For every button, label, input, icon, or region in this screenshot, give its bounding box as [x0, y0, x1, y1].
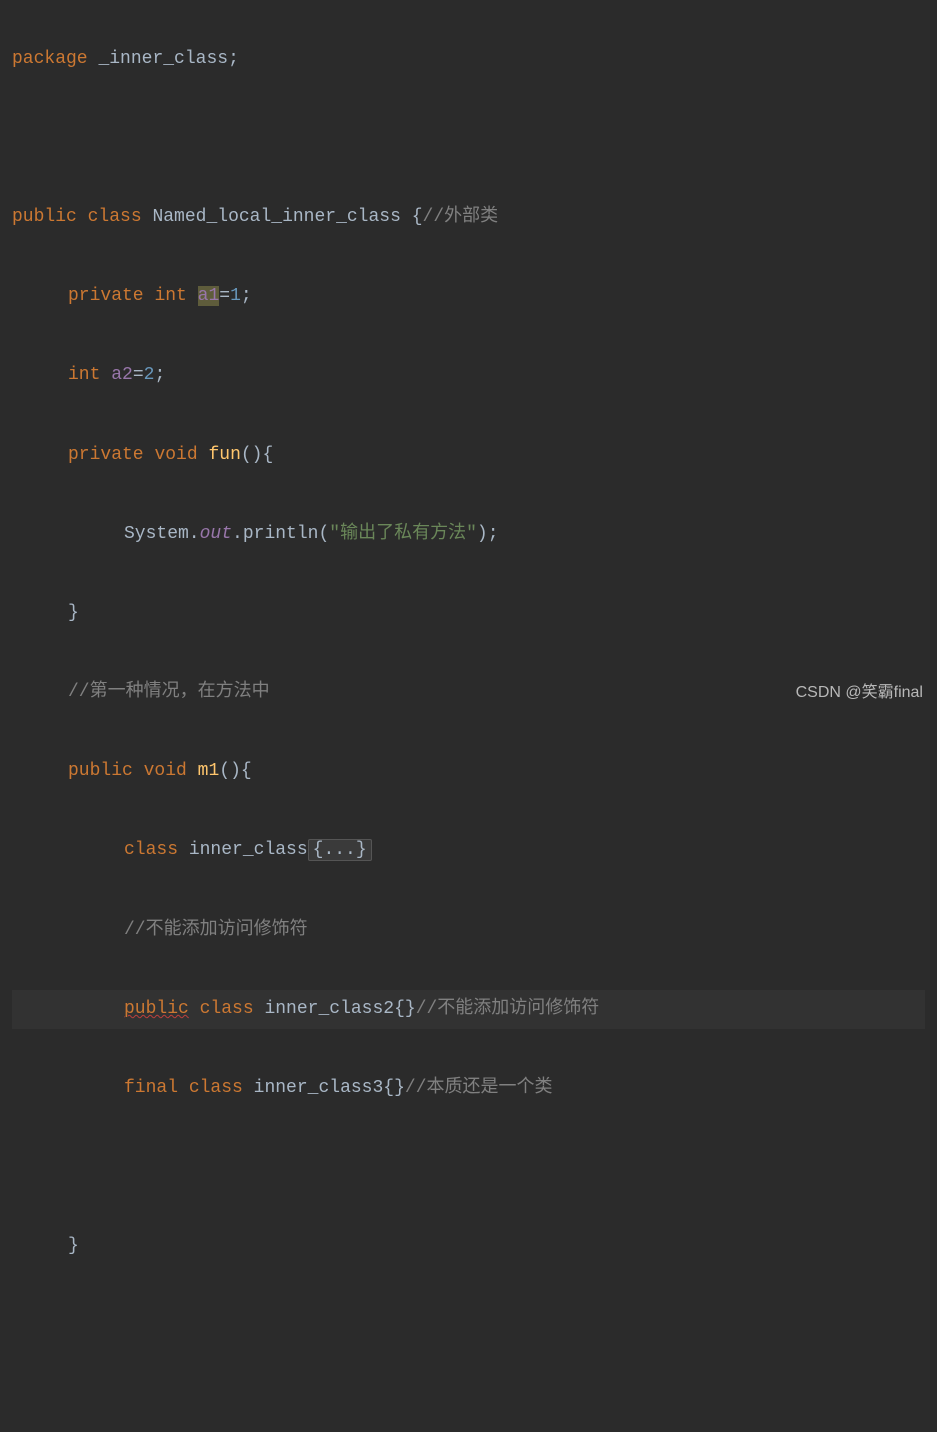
code-line-1: package _inner_class; — [12, 40, 925, 80]
semicolon: ; — [154, 365, 165, 385]
brace-close: } — [68, 1236, 79, 1256]
code-line-16: } — [12, 1227, 925, 1267]
code-line-11: class inner_class{...} — [12, 831, 925, 871]
code-line-4: private int a1=1; — [12, 277, 925, 317]
keyword-public: public — [12, 207, 77, 227]
method-m1: m1 — [198, 761, 220, 781]
package-name: _inner_class — [98, 49, 228, 69]
parens: (){ — [219, 761, 251, 781]
code-line-2 — [12, 119, 925, 159]
comment: //本质还是一个类 — [405, 1078, 553, 1098]
println: println — [243, 524, 319, 544]
keyword-class: class — [200, 999, 254, 1019]
comment: //不能添加访问修饰符 — [416, 999, 600, 1019]
code-line-10: public void m1(){ — [12, 752, 925, 792]
keyword-final: final — [124, 1078, 178, 1098]
code-editor[interactable]: package _inner_class; public class Named… — [12, 0, 925, 1432]
paren-close: ); — [477, 524, 499, 544]
class-name: inner_class2 — [264, 999, 394, 1019]
out-field: out — [200, 524, 232, 544]
equals: = — [133, 365, 144, 385]
comment: //不能添加访问修饰符 — [124, 920, 308, 940]
watermark: CSDN @笑霸final — [796, 675, 923, 710]
code-line-3: public class Named_local_inner_class {//… — [12, 198, 925, 238]
parens: (){ — [241, 445, 273, 465]
comment: //第一种情况，在方法中 — [68, 682, 270, 702]
code-line-14: final class inner_class3{}//本质还是一个类 — [12, 1069, 925, 1109]
number-2: 2 — [144, 365, 155, 385]
keyword-private: private — [68, 445, 144, 465]
number-1: 1 — [230, 286, 241, 306]
keyword-void: void — [144, 761, 187, 781]
keyword-private: private — [68, 286, 144, 306]
code-line-12: //不能添加访问修饰符 — [12, 911, 925, 951]
code-line-13: public class inner_class2{}//不能添加访问修饰符 — [12, 990, 925, 1030]
keyword-package: package — [12, 49, 88, 69]
braces: {} — [394, 999, 416, 1019]
code-line-6: private void fun(){ — [12, 436, 925, 476]
brace-close: } — [68, 603, 79, 623]
class-name: Named_local_inner_class — [152, 207, 400, 227]
keyword-void: void — [154, 445, 197, 465]
comment: //外部类 — [423, 207, 499, 227]
keyword-class: class — [189, 1078, 243, 1098]
keyword-class: class — [88, 207, 142, 227]
system: System. — [124, 524, 200, 544]
brace: { — [401, 207, 423, 227]
folded-block[interactable]: {...} — [308, 839, 372, 861]
semicolon: ; — [228, 49, 239, 69]
keyword-int: int — [154, 286, 186, 306]
field-a1: a1 — [198, 286, 220, 306]
braces: {} — [383, 1078, 405, 1098]
code-line-18 — [12, 1386, 925, 1426]
code-line-17 — [12, 1307, 925, 1347]
method-fun: fun — [208, 445, 240, 465]
class-name: inner_class3 — [254, 1078, 384, 1098]
field-a2: a2 — [111, 365, 133, 385]
semicolon: ; — [241, 286, 252, 306]
code-line-8: } — [12, 594, 925, 634]
class-name: inner_class — [189, 840, 308, 860]
string-literal: "输出了私有方法" — [329, 524, 477, 544]
keyword-int: int — [68, 365, 100, 385]
code-line-7: System.out.println("输出了私有方法"); — [12, 515, 925, 555]
keyword-public-error: public — [124, 999, 189, 1019]
paren-open: ( — [318, 524, 329, 544]
code-line-15 — [12, 1148, 925, 1188]
code-line-5: int a2=2; — [12, 356, 925, 396]
equals: = — [219, 286, 230, 306]
keyword-class: class — [124, 840, 178, 860]
code-line-9: //第一种情况，在方法中 — [12, 673, 925, 713]
keyword-public: public — [68, 761, 133, 781]
dot: . — [232, 524, 243, 544]
